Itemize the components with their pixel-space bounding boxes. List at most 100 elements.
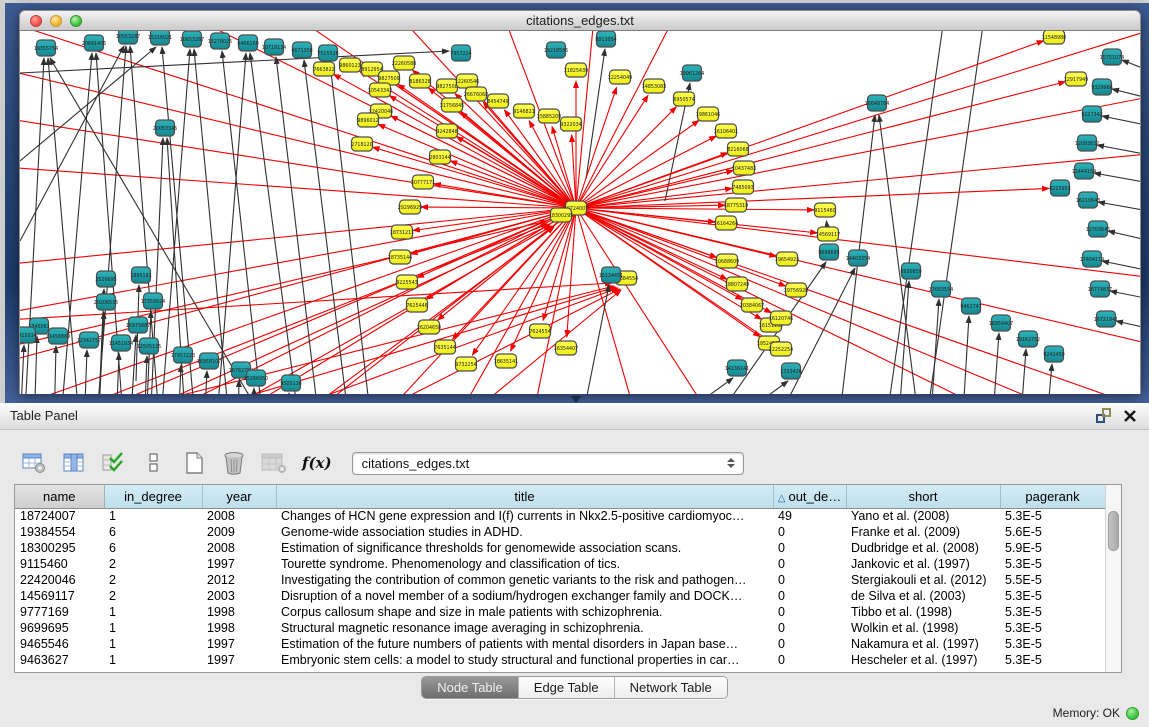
graph-node[interactable]: 16164264: [714, 216, 738, 230]
graph-node[interactable]: 9896012: [357, 113, 378, 127]
table-cell[interactable]: 1998: [202, 620, 276, 636]
graph-node[interactable]: 8216068: [727, 142, 748, 156]
graph-node[interactable]: 9322034: [560, 117, 581, 131]
citation-edge-black[interactable]: [84, 350, 87, 394]
network-view-window[interactable]: citations_edges.txt: [19, 10, 1141, 394]
graph-node[interactable]: 16774837: [1088, 281, 1112, 297]
table-cell[interactable]: 1997: [202, 652, 276, 668]
table-cell[interactable]: 2: [104, 572, 202, 588]
splitter-collapse-handle[interactable]: [571, 396, 581, 403]
table-row[interactable]: 1872400712008Changes of HCN gene express…: [15, 508, 1105, 524]
table-cell[interactable]: 5.3E-5: [1000, 556, 1105, 572]
citation-edge-black[interactable]: [992, 333, 999, 394]
table-cell[interactable]: 1: [104, 620, 202, 636]
table-cell[interactable]: 2009: [202, 524, 276, 540]
graph-node[interactable]: 19162752: [1016, 331, 1040, 347]
table-cell[interactable]: 0: [773, 572, 846, 588]
table-cell[interactable]: Tourette syndrome. Phenomenology and cla…: [276, 556, 773, 572]
column-header-out-degree[interactable]: △out_de…: [773, 485, 846, 508]
table-row[interactable]: 1830029562008Estimation of significance …: [15, 540, 1105, 556]
citation-edge-black[interactable]: [930, 299, 939, 394]
graph-node[interactable]: 22252254: [769, 342, 793, 356]
graph-node[interactable]: 11451934: [109, 335, 133, 351]
citation-edge-black[interactable]: [1020, 349, 1026, 394]
column-visibility-icon[interactable]: [60, 449, 88, 477]
table-cell[interactable]: 5.6E-5: [1000, 524, 1105, 540]
citation-edge-black[interactable]: [1116, 321, 1140, 331]
graph-node[interactable]: 14569117: [816, 227, 840, 241]
citation-edge-black[interactable]: [54, 346, 56, 394]
table-cell[interactable]: 1: [104, 604, 202, 620]
table-cell[interactable]: 49: [773, 508, 846, 524]
graph-node[interactable]: 12093832: [1075, 135, 1099, 151]
graph-node[interactable]: 4671358: [291, 42, 312, 58]
citation-edge-red[interactable]: [576, 208, 1140, 281]
graph-node[interactable]: 17683554: [929, 281, 953, 297]
graph-node[interactable]: 10688609: [715, 254, 739, 268]
node-layer[interactable]: 1935575420691406105532871521602110653287…: [20, 31, 1124, 391]
citation-edge-black[interactable]: [879, 115, 920, 394]
graph-node[interactable]: 12917949: [1064, 72, 1088, 86]
graph-node[interactable]: 25266950: [244, 370, 268, 386]
graph-node[interactable]: 16210643: [1076, 192, 1100, 208]
table-cell[interactable]: 9465546: [15, 636, 104, 652]
table-cell[interactable]: Corpus callosum shape and size in male p…: [276, 604, 773, 620]
citation-edge-red[interactable]: [576, 208, 771, 313]
column-header-title[interactable]: title: [276, 485, 773, 508]
table-cell[interactable]: 0: [773, 540, 846, 556]
graph-node[interactable]: 8215953: [1049, 180, 1070, 196]
table-cell[interactable]: Jankovic et al. (1997): [846, 556, 1000, 572]
table-cell[interactable]: Investigating the contribution of common…: [276, 572, 773, 588]
citation-edge-black[interactable]: [20, 46, 124, 241]
citation-edge-red[interactable]: [576, 208, 814, 210]
table-cell[interactable]: 1: [104, 508, 202, 524]
citation-edge-black[interactable]: [1108, 231, 1140, 243]
citation-edge-red[interactable]: [373, 147, 576, 208]
citation-network-graph[interactable]: 1935575420691406105532871521602110653287…: [20, 31, 1140, 394]
graph-node[interactable]: 20053346: [153, 120, 177, 136]
table-cell[interactable]: Stergiakouli et al. (2012): [846, 572, 1000, 588]
graph-node[interactable]: 19861046: [696, 107, 720, 121]
graph-node[interactable]: 15216021: [148, 31, 172, 45]
graph-node[interactable]: 19961264: [680, 65, 704, 81]
table-cell[interactable]: Wolkin et al. (1998): [846, 620, 1000, 636]
row-height-icon[interactable]: [140, 449, 168, 477]
citation-edge-black[interactable]: [1046, 364, 1052, 394]
graph-node[interactable]: 14136141: [725, 360, 749, 376]
graph-node[interactable]: 19355754: [34, 40, 58, 56]
graph-node[interactable]: 9505136: [280, 375, 301, 391]
table-cell[interactable]: Dudbridge et al. (2008): [846, 540, 1000, 556]
graph-node[interactable]: 6466160: [237, 35, 258, 51]
graph-node[interactable]: 7625446: [406, 298, 427, 312]
citation-edge-black[interactable]: [1098, 202, 1140, 213]
table-cell[interactable]: 0: [773, 620, 846, 636]
graph-node[interactable]: 7515526: [317, 45, 338, 61]
table-cell[interactable]: 5.5E-5: [1000, 572, 1105, 588]
table-cell[interactable]: 0: [773, 556, 846, 572]
graph-node[interactable]: 9242450: [1043, 346, 1064, 362]
citation-edge-black[interactable]: [160, 49, 190, 394]
graph-node[interactable]: 10653287: [180, 31, 204, 47]
citation-edge-red[interactable]: [576, 208, 1140, 394]
graph-node[interactable]: 12444154: [1072, 163, 1096, 179]
graph-node[interactable]: 19218586: [544, 42, 568, 58]
graph-node[interactable]: 11456869: [46, 328, 70, 344]
citation-edge-black[interactable]: [1094, 173, 1140, 185]
graph-node[interactable]: 9115460: [814, 203, 835, 217]
graph-node[interactable]: 6950574: [673, 92, 694, 106]
table-cell[interactable]: 5.3E-5: [1000, 508, 1105, 524]
citation-edge-black[interactable]: [116, 353, 119, 394]
new-column-icon[interactable]: [180, 449, 208, 477]
column-header-in-degree[interactable]: in_degree: [104, 485, 202, 508]
table-cell[interactable]: Nakamura et al. (1997): [846, 636, 1000, 652]
citation-edge-black[interactable]: [720, 381, 788, 394]
citation-edge-black[interactable]: [1102, 116, 1140, 128]
table-cell[interactable]: 14569117: [15, 588, 104, 604]
graph-node[interactable]: 16354407: [554, 341, 578, 355]
graph-node[interactable]: 7663822: [313, 62, 334, 76]
graph-node[interactable]: 14403354: [846, 250, 870, 266]
graph-node[interactable]: 9860123: [339, 58, 360, 72]
table-cell[interactable]: 2008: [202, 540, 276, 556]
graph-node[interactable]: 15751074: [1100, 49, 1124, 65]
citation-edge-red[interactable]: [438, 208, 576, 320]
